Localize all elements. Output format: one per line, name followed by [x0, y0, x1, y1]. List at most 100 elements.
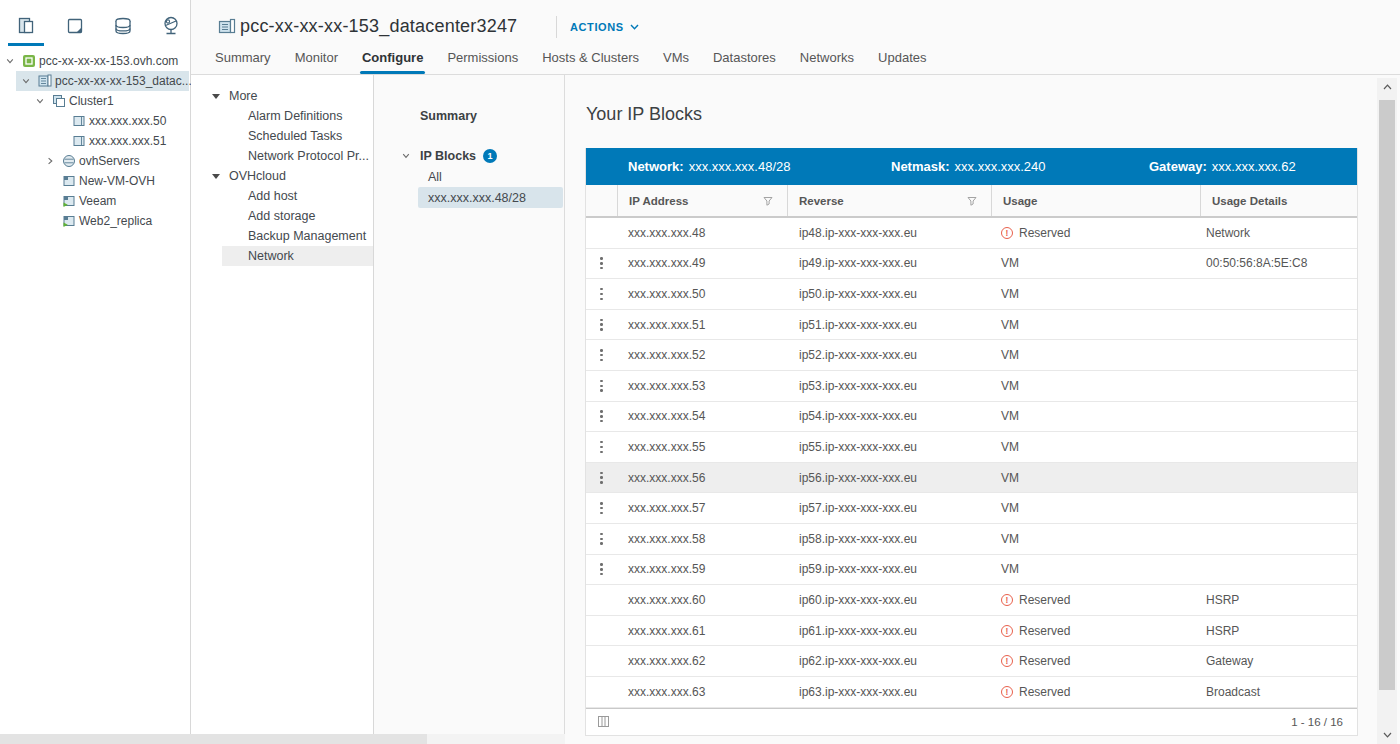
vms-and-templates-icon[interactable]	[64, 15, 86, 37]
scroll-up-arrow[interactable]	[1377, 80, 1397, 94]
cell-usage: !Reserved	[991, 624, 1200, 638]
ipblock-item-all[interactable]: All	[418, 166, 563, 187]
tree-item-pcc-xx-xx-xx-153-ovh-com[interactable]: pcc-xx-xx-xx-153.ovh.com	[0, 51, 189, 71]
scroll-down-arrow[interactable]	[1377, 728, 1397, 742]
table-row-48[interactable]: xxx.xxx.xxx.48ip48.ip-xxx-xxx-xxx.eu!Res…	[586, 218, 1357, 249]
vertical-scrollbar[interactable]	[1377, 78, 1397, 744]
row-actions-kebab[interactable]	[586, 288, 617, 300]
tree-item-label: Cluster1	[69, 94, 114, 108]
row-actions-kebab[interactable]	[586, 472, 617, 484]
tree-item-veeam[interactable]: Veeam	[0, 191, 189, 211]
cluster-icon	[52, 94, 66, 108]
row-actions-kebab[interactable]	[586, 380, 617, 392]
cell-reverse: ip53.ip-xxx-xxx-xxx.eu	[787, 379, 991, 393]
config-group-ovhcloud[interactable]: OVHcloud	[191, 166, 373, 186]
table-row-56[interactable]: xxx.xxx.xxx.56ip56.ip-xxx-xxx-xxx.euVM	[586, 463, 1357, 494]
tab-datastores[interactable]: Datastores	[713, 50, 776, 74]
cell-usage: VM	[991, 532, 1200, 546]
tree-item-pcc-xx-xx-xx-153-datac-[interactable]: pcc-xx-xx-xx-153_datac...	[0, 71, 189, 91]
storage-icon[interactable]	[112, 15, 134, 37]
chevron-down-icon[interactable]	[36, 97, 44, 105]
horizontal-scrollbar[interactable]	[0, 734, 565, 744]
columns-icon[interactable]	[598, 716, 609, 727]
table-row-58[interactable]: xxx.xxx.xxx.58ip58.ip-xxx-xxx-xxx.euVM	[586, 524, 1357, 555]
cell-usage-details: Network	[1200, 226, 1357, 240]
pagination-range: 1 - 16 / 16	[1291, 716, 1343, 728]
cell-reverse: ip50.ip-xxx-xxx-xxx.eu	[787, 287, 991, 301]
row-actions-kebab[interactable]	[586, 349, 617, 361]
row-actions-kebab[interactable]	[586, 410, 617, 422]
table-row-59[interactable]: xxx.xxx.xxx.59ip59.ip-xxx-xxx-xxx.euVM	[586, 555, 1357, 586]
filter-icon[interactable]	[967, 196, 977, 206]
datacenter-icon	[38, 74, 52, 88]
tab-summary[interactable]: Summary	[215, 50, 271, 74]
row-actions-kebab[interactable]	[586, 563, 617, 575]
column-header-usage[interactable]: Usage	[991, 185, 1200, 216]
tab-vms[interactable]: VMs	[663, 50, 689, 74]
tab-configure[interactable]: Configure	[362, 50, 423, 74]
table-row-53[interactable]: xxx.xxx.xxx.53ip53.ip-xxx-xxx-xxx.euVM	[586, 371, 1357, 402]
tree-item-label: xxx.xxx.xxx.50	[89, 114, 166, 128]
chevron-down-icon[interactable]	[6, 57, 14, 65]
table-row-60[interactable]: xxx.xxx.xxx.60ip60.ip-xxx-xxx-xxx.eu!Res…	[586, 585, 1357, 616]
horizontal-scrollbar-thumb[interactable]	[0, 734, 427, 744]
table-row-49[interactable]: xxx.xxx.xxx.49ip49.ip-xxx-xxx-xxx.euVM00…	[586, 249, 1357, 280]
tree-item-new-vm-ovh[interactable]: New-VM-OVH	[0, 171, 189, 191]
host-icon	[72, 114, 86, 128]
row-actions-kebab[interactable]	[586, 502, 617, 514]
config-item-add-storage[interactable]: Add storage	[191, 206, 373, 226]
cell-ip-address: xxx.xxx.xxx.57	[617, 501, 787, 515]
row-actions-kebab[interactable]	[586, 319, 617, 331]
config-group-more[interactable]: More	[191, 86, 373, 106]
tab-networks[interactable]: Networks	[800, 50, 854, 74]
tree-item-ovhservers[interactable]: ovhServers	[0, 151, 189, 171]
column-header-reverse[interactable]: Reverse	[787, 185, 991, 216]
network-segment: Network:xxx.xxx.xxx.48/28	[628, 148, 791, 185]
config-item-alarm-definitions[interactable]: Alarm Definitions	[191, 106, 373, 126]
filter-icon[interactable]	[763, 196, 773, 206]
column-header-usage-details[interactable]: Usage Details	[1200, 185, 1357, 216]
actions-button[interactable]: ACTIONS	[570, 21, 639, 33]
inventory-tree: pcc-xx-xx-xx-153.ovh.compcc-xx-xx-xx-153…	[0, 51, 189, 231]
vcenter-icon	[22, 54, 36, 68]
networking-icon[interactable]	[160, 15, 182, 37]
row-actions-kebab[interactable]	[586, 257, 617, 269]
tree-item-xxx-xxx-xxx-50[interactable]: xxx.xxx.xxx.50	[0, 111, 189, 131]
table-row-54[interactable]: xxx.xxx.xxx.54ip54.ip-xxx-xxx-xxx.euVM	[586, 402, 1357, 433]
table-footer: 1 - 16 / 16	[586, 708, 1357, 735]
tree-item-xxx-xxx-xxx-51[interactable]: xxx.xxx.xxx.51	[0, 131, 189, 151]
config-item-network-protocol-pr-[interactable]: Network Protocol Pr...	[191, 146, 373, 166]
config-item-add-host[interactable]: Add host	[191, 186, 373, 206]
scrollbar-thumb[interactable]	[1379, 100, 1395, 690]
tree-item-web2-replica[interactable]: Web2_replica	[0, 211, 189, 231]
nav-summary[interactable]: Summary	[420, 106, 477, 126]
table-row-63[interactable]: xxx.xxx.xxx.63ip63.ip-xxx-xxx-xxx.eu!Res…	[586, 677, 1357, 708]
table-row-57[interactable]: xxx.xxx.xxx.57ip57.ip-xxx-xxx-xxx.euVM	[586, 493, 1357, 524]
network-value: xxx.xxx.xxx.48/28	[689, 159, 791, 174]
row-actions-kebab[interactable]	[586, 441, 617, 453]
table-row-51[interactable]: xxx.xxx.xxx.51ip51.ip-xxx-xxx-xxx.euVM	[586, 310, 1357, 341]
table-body: xxx.xxx.xxx.48ip48.ip-xxx-xxx-xxx.eu!Res…	[586, 218, 1357, 708]
tab-updates[interactable]: Updates	[878, 50, 926, 74]
table-row-61[interactable]: xxx.xxx.xxx.61ip61.ip-xxx-xxx-xxx.eu!Res…	[586, 616, 1357, 647]
netmask-segment: Netmask:xxx.xxx.xxx.240	[891, 148, 1046, 185]
nav-ipblocks-group[interactable]: IP Blocks 1	[402, 146, 497, 166]
tab-monitor[interactable]: Monitor	[295, 50, 338, 74]
config-item-scheduled-tasks[interactable]: Scheduled Tasks	[191, 126, 373, 146]
cell-ip-address: xxx.xxx.xxx.62	[617, 654, 787, 668]
tab-hosts-clusters[interactable]: Hosts & Clusters	[542, 50, 639, 74]
chevron-down-icon[interactable]	[22, 77, 30, 85]
tree-item-cluster1[interactable]: Cluster1	[0, 91, 189, 111]
table-row-62[interactable]: xxx.xxx.xxx.62ip62.ip-xxx-xxx-xxx.eu!Res…	[586, 646, 1357, 677]
tab-permissions[interactable]: Permissions	[447, 50, 518, 74]
chevron-right-icon[interactable]	[46, 157, 54, 165]
ipblock-item-xxx-xxx-xxx-48-28[interactable]: xxx.xxx.xxx.48/28	[418, 187, 563, 208]
hosts-and-clusters-icon[interactable]	[16, 15, 38, 37]
table-row-50[interactable]: xxx.xxx.xxx.50ip50.ip-xxx-xxx-xxx.euVM	[586, 279, 1357, 310]
table-row-55[interactable]: xxx.xxx.xxx.55ip55.ip-xxx-xxx-xxx.euVM	[586, 432, 1357, 463]
config-item-network[interactable]: Network	[191, 246, 373, 266]
config-item-backup-management[interactable]: Backup Management	[191, 226, 373, 246]
column-header-ip-address[interactable]: IP Address	[617, 185, 787, 216]
row-actions-kebab[interactable]	[586, 533, 617, 545]
table-row-52[interactable]: xxx.xxx.xxx.52ip52.ip-xxx-xxx-xxx.euVM	[586, 340, 1357, 371]
